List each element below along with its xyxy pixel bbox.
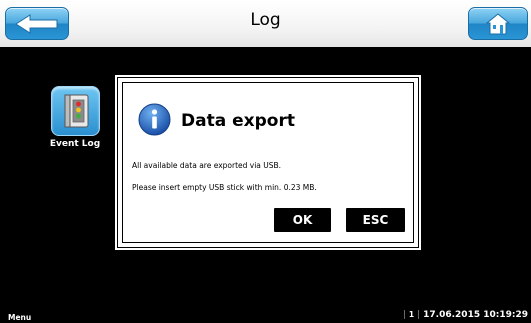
page-number: 1: [408, 310, 415, 319]
event-log-label: Event Log: [49, 139, 101, 149]
separator: |: [402, 310, 406, 320]
dialog-message-line-2: Please insert empty USB stick with min. …: [132, 183, 317, 192]
home-button[interactable]: [468, 7, 528, 40]
header-bar: Log: [0, 0, 531, 47]
dialog-frame: Data export All available data are expor…: [122, 82, 414, 243]
event-log-app-button[interactable]: [51, 86, 100, 136]
datetime: 17.06.2015 10:19:29: [423, 310, 528, 320]
dialog-title: Data export: [181, 111, 295, 131]
separator: |: [417, 310, 421, 320]
page-title: Log: [250, 10, 281, 30]
event-log-book-icon: [64, 94, 88, 128]
ok-button[interactable]: OK: [274, 208, 331, 232]
screen: Log Event Log Data export All available …: [0, 0, 531, 323]
dialog-message-line-1: All available data are exported via USB.: [132, 161, 282, 170]
info-icon: [138, 103, 171, 136]
data-export-dialog: Data export All available data are expor…: [117, 77, 419, 248]
esc-button[interactable]: ESC: [346, 208, 405, 232]
menu-button[interactable]: Menu: [8, 313, 31, 322]
home-icon: [486, 12, 510, 34]
status-bar: | 1 | 17.06.2015 10:19:29: [400, 310, 528, 320]
